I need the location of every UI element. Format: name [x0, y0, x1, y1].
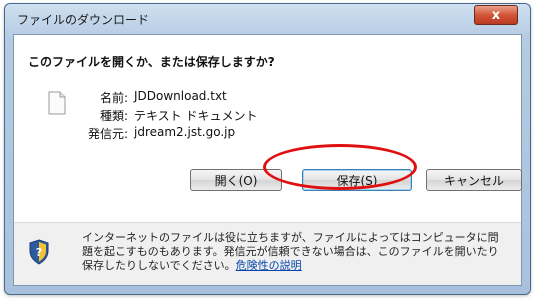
- title-bar[interactable]: ファイルのダウンロード x: [5, 4, 530, 32]
- risk-explanation-link[interactable]: 危険性の説明: [236, 259, 302, 272]
- file-name-row: 名前: JDDownload.txt: [68, 89, 448, 105]
- file-source-row: 発信元: jdream2.jst.go.jp: [68, 125, 448, 141]
- dialog-body: このファイルを開くか、または保存しますか? 名前: JDDownload.txt…: [13, 34, 522, 286]
- open-button[interactable]: 開く(O): [190, 169, 282, 191]
- file-name-label: 名前:: [99, 91, 128, 105]
- cancel-button[interactable]: キャンセル: [426, 169, 522, 191]
- window-title: ファイルのダウンロード: [17, 13, 150, 27]
- security-warning-panel: ? インターネットのファイルは役に立ちますが、ファイルによってはコンピュータに問…: [14, 222, 521, 285]
- file-name-value: JDDownload.txt: [134, 89, 227, 103]
- close-button[interactable]: x: [474, 5, 518, 25]
- dialog-question: このファイルを開くか、または保存しますか?: [28, 55, 275, 69]
- close-icon: x: [491, 7, 501, 23]
- shield-icon: ?: [29, 239, 49, 265]
- file-download-dialog: ファイルのダウンロード x このファイルを開くか、または保存しますか? 名前: …: [4, 3, 531, 295]
- save-button[interactable]: 保存(S): [302, 169, 412, 191]
- security-warning-text: インターネットのファイルは役に立ちますが、ファイルによってはコンピュータに問題を…: [82, 231, 502, 273]
- file-icon: [48, 91, 66, 115]
- file-source-value: jdream2.jst.go.jp: [134, 125, 236, 139]
- file-type-value: テキスト ドキュメント: [134, 109, 258, 123]
- file-source-label: 発信元:: [87, 127, 128, 141]
- file-type-row: 種類: テキスト ドキュメント: [68, 107, 448, 123]
- svg-text:?: ?: [36, 246, 42, 259]
- file-type-label: 種類:: [99, 109, 128, 123]
